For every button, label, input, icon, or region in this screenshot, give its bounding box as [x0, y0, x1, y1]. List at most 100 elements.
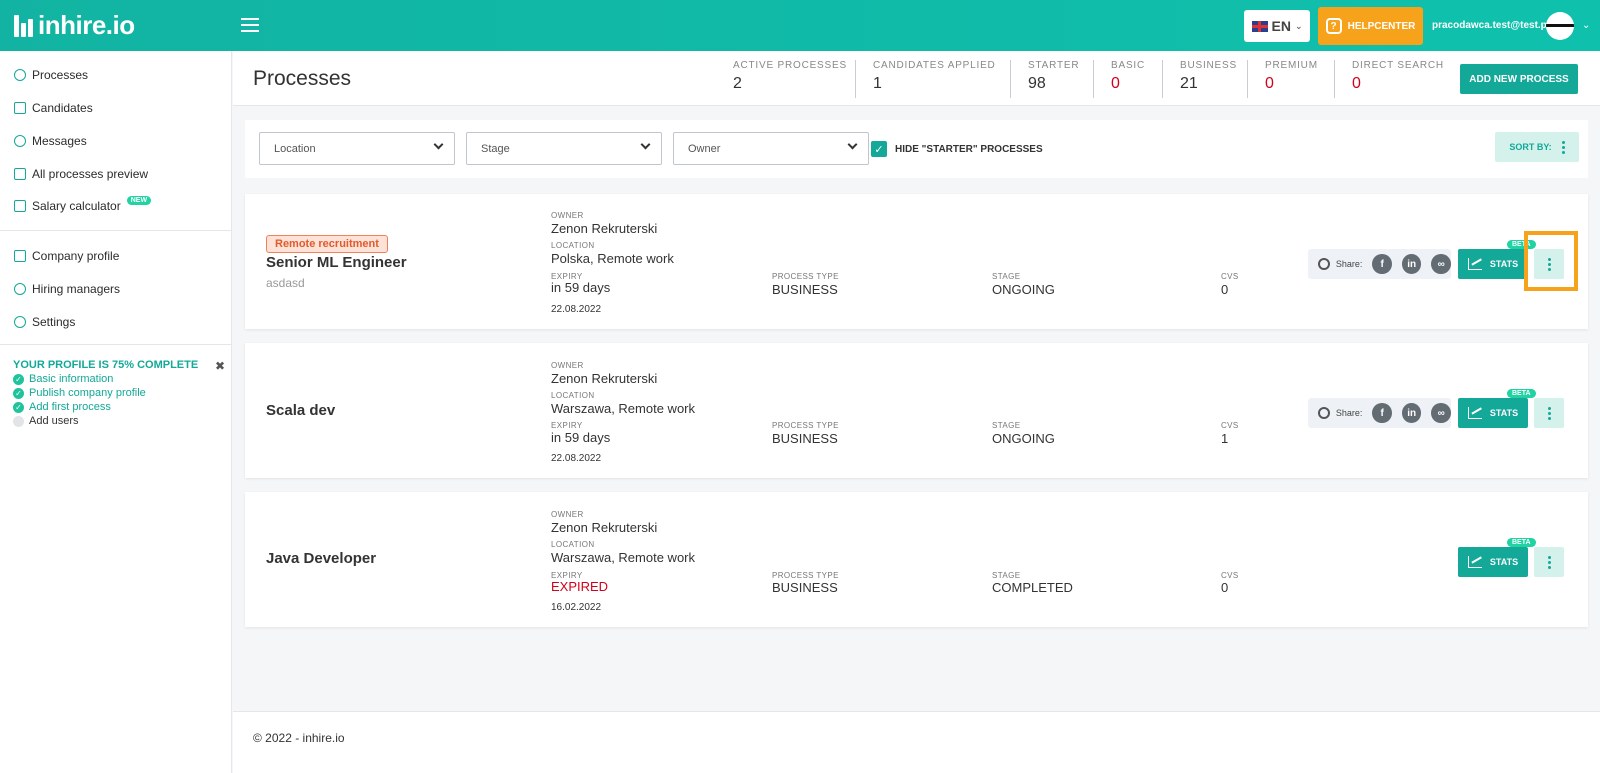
sidebar-item-messages[interactable]: Messages [14, 134, 87, 148]
profile-step[interactable]: Add users [13, 415, 225, 427]
stat-divider [1247, 60, 1248, 98]
sidebar-item-label: Settings [32, 315, 76, 329]
profile-step[interactable]: ✓ Add first process [13, 401, 225, 413]
stat-divider [1334, 60, 1335, 98]
process-title[interactable]: Java Developer [266, 550, 376, 567]
process-type-value: BUSINESS [772, 580, 838, 595]
sidebar-item-label: Company profile [32, 249, 120, 263]
sidebar-item-settings[interactable]: Settings [14, 315, 75, 329]
user-email[interactable]: pracodawca.test@test.pl [1432, 20, 1550, 31]
location-label: LOCATION [551, 241, 595, 250]
more-vertical-icon [1547, 406, 1551, 420]
process-type-value: BUSINESS [772, 282, 838, 297]
process-card[interactable]: Java Developer OWNER Zenon Rekruterski L… [245, 492, 1588, 627]
share-icon [1318, 258, 1330, 270]
chevron-down-icon [640, 139, 651, 150]
cvs-label: CVS [1221, 421, 1239, 430]
process-title[interactable]: Senior ML Engineer [266, 254, 407, 271]
profile-completion-title: YOUR PROFILE IS 75% COMPLETE [13, 359, 199, 371]
owner-value: Zenon Rekruterski [551, 221, 658, 236]
stats-button[interactable]: STATS [1458, 249, 1528, 279]
profile-step[interactable]: ✓ Publish company profile [13, 387, 225, 399]
chart-icon [1467, 258, 1482, 270]
linkedin-icon[interactable]: in [1401, 254, 1422, 274]
sort-by-button[interactable]: SORT BY: [1495, 132, 1579, 162]
page-title: Processes [253, 67, 352, 90]
gear-icon [14, 316, 26, 328]
share-icon [1318, 407, 1330, 419]
stats-button[interactable]: STATS [1458, 398, 1528, 428]
checkbox-checked-icon: ✓ [871, 141, 887, 157]
process-title[interactable]: Scala dev [266, 402, 335, 419]
profile-step-label: Add users [29, 415, 79, 427]
stats-button[interactable]: STATS [1458, 547, 1528, 577]
empty-circle-icon [13, 415, 24, 427]
location-label: LOCATION [551, 540, 595, 549]
stage-value: COMPLETED [992, 580, 1073, 595]
facebook-icon[interactable]: f [1372, 254, 1392, 274]
helpcenter-button[interactable]: ? HELPCENTER [1318, 7, 1423, 45]
owner-value: Zenon Rekruterski [551, 520, 658, 535]
profile-step[interactable]: ✓ Basic information [13, 373, 225, 385]
copyright-text: © 2022 - inhire.io [253, 731, 345, 745]
logo[interactable]: inhire.io [14, 10, 135, 41]
beta-badge: BETA [1507, 538, 1536, 547]
remote-recruitment-badge: Remote recruitment [266, 235, 388, 253]
footer: © 2022 - inhire.io [233, 711, 1600, 773]
link-icon[interactable]: ∞ [1431, 403, 1451, 423]
linkedin-icon[interactable]: in [1401, 403, 1422, 423]
list-icon [14, 168, 26, 180]
stat-direct-search: DIRECT SEARCH 0 [1352, 60, 1444, 98]
share-bar: Share: f in ∞ [1308, 398, 1451, 428]
logo-icon [14, 14, 35, 37]
sidebar-item-company-profile[interactable]: Company profile [14, 249, 119, 263]
process-card[interactable]: Remote recruitment Senior ML Engineer as… [245, 194, 1588, 329]
stat-label: DIRECT SEARCH [1352, 60, 1444, 71]
cvs-label: CVS [1221, 272, 1239, 281]
more-options-button[interactable] [1534, 398, 1564, 428]
hide-starter-checkbox[interactable]: ✓ HIDE "STARTER" PROCESSES [871, 141, 1043, 157]
expiry-date: 16.02.2022 [551, 602, 602, 613]
location-value: Warszawa, Remote work [551, 550, 695, 565]
menu-icon[interactable] [241, 18, 259, 32]
contacts-icon [14, 102, 26, 114]
process-card[interactable]: Scala dev OWNER Zenon Rekruterski LOCATI… [245, 343, 1588, 478]
stage-label: STAGE [992, 272, 1021, 281]
chart-icon [1467, 407, 1482, 419]
check-icon: ✓ [13, 401, 24, 413]
expiry-label: EXPIRY [551, 421, 583, 430]
sidebar-item-processes[interactable]: Processes [14, 68, 88, 82]
owner-select[interactable]: Owner [673, 132, 869, 165]
owner-value: Zenon Rekruterski [551, 371, 658, 386]
stage-value: ONGOING [992, 282, 1055, 297]
facebook-icon[interactable]: f [1372, 403, 1392, 423]
monitor-icon [14, 250, 26, 262]
sidebar-item-label: Candidates [32, 101, 93, 115]
sidebar-divider [0, 344, 232, 345]
add-new-process-button[interactable]: ADD NEW PROCESS [1460, 64, 1578, 94]
stat-business: BUSINESS 21 [1180, 60, 1237, 98]
stat-label: BASIC [1111, 60, 1146, 71]
chevron-down-icon[interactable]: ⌄ [1582, 20, 1590, 31]
stage-label: STAGE [992, 421, 1021, 430]
chevron-down-icon [847, 139, 858, 150]
sidebar-item-hiring-managers[interactable]: Hiring managers [14, 282, 120, 296]
expiry-value: in 59 days [551, 430, 611, 445]
sidebar-item-all-processes-preview[interactable]: All processes preview [14, 167, 148, 181]
close-icon[interactable]: ✖ [215, 359, 225, 373]
link-icon[interactable]: ∞ [1431, 254, 1451, 274]
stat-divider [1010, 60, 1011, 98]
chevron-down-icon: ⌄ [1294, 20, 1303, 31]
stage-select[interactable]: Stage [466, 132, 662, 165]
avatar[interactable] [1546, 12, 1574, 40]
more-options-button[interactable] [1534, 547, 1564, 577]
sidebar-item-salary-calculator[interactable]: Salary calculator NEW [14, 195, 152, 213]
language-select[interactable]: EN ⌄ [1244, 10, 1310, 42]
location-select[interactable]: Location [259, 132, 455, 165]
sidebar-divider [0, 230, 232, 231]
stat-value: 98 [1028, 75, 1046, 92]
sidebar-item-candidates[interactable]: Candidates [14, 101, 93, 115]
filter-bar: Location Stage Owner ✓ HIDE "STARTER" PR… [245, 120, 1588, 178]
stat-value: 1 [873, 75, 882, 92]
owner-label: OWNER [551, 510, 584, 519]
